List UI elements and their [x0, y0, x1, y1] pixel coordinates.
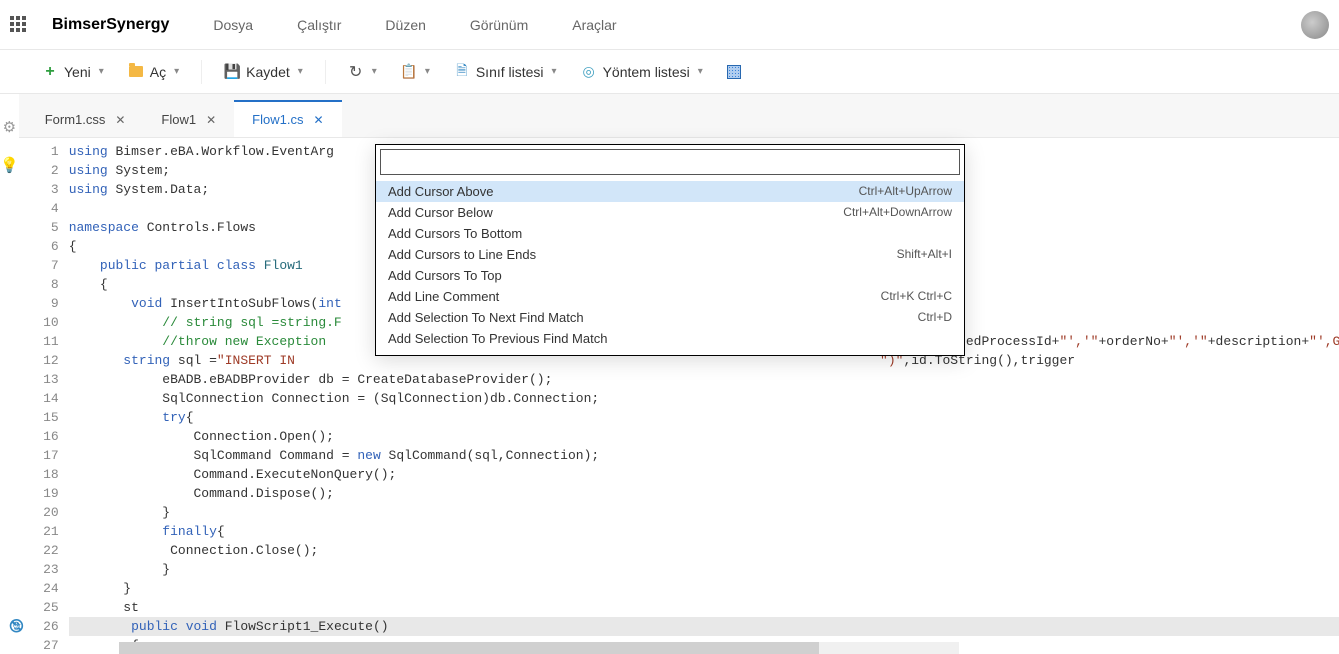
chevron-down-icon: ▾: [99, 66, 104, 77]
brand-label[interactable]: BimserSynergy: [52, 16, 169, 34]
command-palette-item[interactable]: Add Selection To Previous Find Match: [376, 328, 964, 349]
command-palette-item[interactable]: Add Cursors To Bottom: [376, 223, 964, 244]
save-button[interactable]: 💾 Kaydet ▾: [216, 60, 311, 84]
tab-label: Form1.css: [45, 112, 106, 127]
command-palette: Add Cursor AboveCtrl+Alt+UpArrowAdd Curs…: [375, 144, 965, 356]
toolbar: +Yeni▾ Aç▾ 💾Kaydet▾ ↺▾ 📋▾ 🗎Sınıf listesi…: [0, 50, 1339, 94]
feedback-icon[interactable]: 🕲: [9, 616, 24, 640]
chevron-down-icon: ▾: [425, 66, 430, 77]
command-label: Add Cursors to Line Ends: [388, 247, 536, 262]
horizontal-scrollbar[interactable]: [119, 642, 959, 654]
plus-icon: +: [42, 64, 58, 80]
tab-form1-css[interactable]: Form1.css ✕: [27, 102, 144, 137]
command-label: Add Selection To Previous Find Match: [388, 331, 607, 346]
chevron-down-icon: ▾: [174, 66, 179, 77]
user-avatar[interactable]: [1301, 11, 1329, 39]
method-list-button[interactable]: ◎ Yöntem listesi ▾: [573, 60, 711, 84]
menu-tools[interactable]: Araçlar: [572, 17, 616, 33]
command-label: Add Line Comment: [388, 289, 499, 304]
class-list-button[interactable]: 🗎 Sınıf listesi ▾: [446, 60, 565, 84]
command-shortcut: Ctrl+K Ctrl+C: [881, 289, 952, 304]
separator: [325, 60, 326, 84]
settings-icon[interactable]: ⚙: [3, 118, 16, 136]
save-icon: 💾: [224, 64, 240, 80]
scrollbar-thumb[interactable]: [119, 642, 819, 654]
open-label: Aç: [150, 64, 166, 80]
left-activity-bar: ⚙ 💡: [0, 94, 19, 654]
command-palette-item[interactable]: Add Cursors To Top: [376, 265, 964, 286]
tab-label: Flow1.cs: [252, 112, 303, 127]
chevron-down-icon: ▾: [698, 66, 703, 77]
command-shortcut: Ctrl+Alt+UpArrow: [859, 184, 952, 199]
command-palette-item[interactable]: Add Cursor Above Ctrl+Alt+UpArrow: [376, 181, 964, 202]
table-icon: [727, 65, 741, 79]
tab-label: Flow1: [161, 112, 196, 127]
undo-icon: ↺: [348, 64, 364, 80]
command-label: Add Selection To Next Find Match: [388, 310, 584, 325]
command-label: Add Cursors To Bottom: [388, 226, 522, 241]
command-palette-item[interactable]: Add Cursor Below Ctrl+Alt+DownArrow: [376, 202, 964, 223]
table-view-button[interactable]: [719, 61, 749, 83]
folder-icon: [128, 64, 144, 80]
chevron-down-icon: ▾: [298, 66, 303, 77]
tab-flow1-cs[interactable]: Flow1.cs ✕: [234, 100, 341, 137]
command-shortcut: Ctrl+Alt+DownArrow: [843, 205, 952, 220]
command-label: Add Cursors To Top: [388, 268, 502, 283]
open-button[interactable]: Aç ▾: [120, 60, 187, 84]
menu-edit[interactable]: Düzen: [385, 17, 425, 33]
command-shortcut: Shift+Alt+I: [897, 247, 952, 262]
editor-tabs: Form1.css✕ Flow1✕ Flow1.cs✕ ‹ ›: [19, 94, 1339, 138]
separator: [201, 60, 202, 84]
class-list-label: Sınıf listesi: [476, 64, 544, 80]
document-icon: 🗎: [454, 64, 470, 80]
app-launcher-icon[interactable]: [10, 16, 28, 34]
command-palette-item[interactable]: Add Cursors to Line Ends Shift+Alt+I: [376, 244, 964, 265]
tab-flow1[interactable]: Flow1 ✕: [143, 102, 234, 137]
new-button[interactable]: + Yeni ▾: [34, 60, 112, 84]
new-label: Yeni: [64, 64, 91, 80]
chevron-down-icon: ▾: [552, 66, 557, 77]
menu-file[interactable]: Dosya: [213, 17, 253, 33]
command-palette-input[interactable]: [380, 149, 960, 175]
clipboard-icon: 📋: [401, 64, 417, 80]
gear-icon: ◎: [581, 64, 597, 80]
close-icon[interactable]: ✕: [115, 113, 125, 127]
command-palette-item[interactable]: Add Selection To Next Find Match Ctrl+D: [376, 307, 964, 328]
close-icon[interactable]: ✕: [206, 113, 216, 127]
save-label: Kaydet: [246, 64, 290, 80]
command-palette-item[interactable]: Add Line Comment Ctrl+K Ctrl+C: [376, 286, 964, 307]
command-palette-list: Add Cursor AboveCtrl+Alt+UpArrowAdd Curs…: [376, 179, 964, 355]
command-label: Add Cursor Above: [388, 184, 494, 199]
menu-view[interactable]: Görünüm: [470, 17, 528, 33]
lightbulb-icon[interactable]: 💡: [0, 156, 19, 174]
method-list-label: Yöntem listesi: [603, 64, 690, 80]
close-icon[interactable]: ✕: [313, 113, 323, 127]
command-label: Add Cursor Below: [388, 205, 493, 220]
chevron-down-icon: ▾: [372, 66, 377, 77]
line-number-gutter: 1234567891011121314151617181920212223242…: [19, 138, 69, 654]
undo-button[interactable]: ↺▾: [340, 60, 385, 84]
menu-run[interactable]: Çalıştır: [297, 17, 341, 33]
command-shortcut: Ctrl+D: [918, 310, 952, 325]
clipboard-button[interactable]: 📋▾: [393, 60, 438, 84]
top-menubar: BimserSynergy Dosya Çalıştır Düzen Görün…: [0, 0, 1339, 50]
